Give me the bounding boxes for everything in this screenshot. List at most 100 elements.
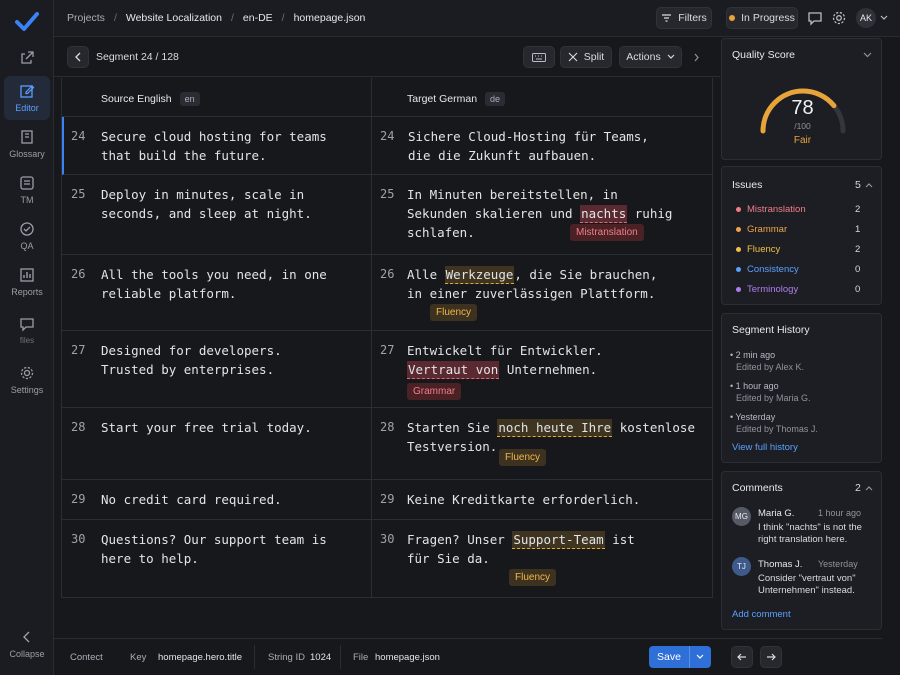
arrow-right-icon xyxy=(767,653,776,661)
target-text[interactable]: Starten Sie noch heute Ihre kostenlose T… xyxy=(407,418,695,456)
rail-glossary[interactable]: Glossary xyxy=(4,122,50,166)
user-avatar[interactable]: AK xyxy=(856,8,876,28)
chevron-up-icon[interactable] xyxy=(865,182,873,188)
issue-tag-grammar[interactable]: Grammar xyxy=(407,383,462,400)
rail-editor[interactable]: Editor xyxy=(4,76,50,120)
chevron-down-icon[interactable] xyxy=(696,654,704,660)
target-text[interactable]: Entwickelt für Entwickler. Vertraut von … xyxy=(407,341,603,379)
history-author: Edited by Maria G. xyxy=(736,393,811,403)
target-text[interactable]: Fragen? Unser Support-Team ist für Sie d… xyxy=(407,530,635,568)
quality-title: Quality Score xyxy=(732,49,796,61)
rail-tm[interactable]: TM xyxy=(4,168,50,212)
save-button[interactable]: Save xyxy=(649,646,711,668)
context-label[interactable]: Contect xyxy=(70,652,103,663)
segment-row-24[interactable]: 24 Secure cloud hosting for teams that b… xyxy=(62,117,712,175)
chevron-up-icon[interactable] xyxy=(865,485,873,491)
breadcrumb-projects[interactable]: Projects xyxy=(67,12,105,24)
rail-reports[interactable]: Reports xyxy=(4,260,50,304)
history-entry: • 2 min ago Edited by Alex K. xyxy=(730,350,805,372)
comment-text: I think "nachts" is not the right transl… xyxy=(758,522,862,545)
avatar: MG xyxy=(732,507,751,526)
rail-files[interactable]: files xyxy=(4,308,50,352)
quality-score-max: /100 xyxy=(794,121,811,131)
comment-time: Yesterday xyxy=(818,559,858,569)
rail-settings[interactable]: Settings xyxy=(4,358,50,402)
history-time: Yesterday xyxy=(735,412,776,422)
breadcrumb-file[interactable]: homepage.json xyxy=(294,12,366,24)
edit-icon xyxy=(20,85,35,98)
segment-number: 29 xyxy=(380,492,395,506)
breadcrumb-project[interactable]: Website Localization xyxy=(126,12,222,24)
actions-button[interactable]: Actions xyxy=(619,46,682,68)
issue-grammar[interactable]: Grammar xyxy=(736,224,787,235)
breadcrumb-locale[interactable]: en-DE xyxy=(243,12,273,24)
issue-highlight[interactable]: noch heute Ihre xyxy=(497,419,613,437)
issue-dot xyxy=(736,227,741,232)
top-bar: Projects / Website Localization / en-DE … xyxy=(54,0,900,37)
issue-consistency[interactable]: Consistency xyxy=(736,264,799,275)
rail-share[interactable] xyxy=(4,36,50,80)
issue-tag-fluency[interactable]: Fluency xyxy=(499,449,547,466)
issue-dot xyxy=(736,207,741,212)
target-lang-badge: de xyxy=(485,92,506,106)
segment-number: 27 xyxy=(380,343,395,357)
target-text[interactable]: Keine Kreditkarte erforderlich. xyxy=(407,490,640,509)
segment-row-30[interactable]: 30 Questions? Our support team is here t… xyxy=(62,520,712,598)
issue-count: 0 xyxy=(855,264,861,275)
segment-number: 30 xyxy=(380,532,395,546)
source-text: Deploy in minutes, scale in seconds, and… xyxy=(101,187,312,221)
string-id-label: String ID xyxy=(268,652,305,663)
rail-qa[interactable]: QA xyxy=(4,214,50,258)
issue-tag-mistranslation[interactable]: Mistranslation xyxy=(570,224,644,241)
filter-icon xyxy=(662,14,672,22)
issue-highlight[interactable]: Werkzeuge xyxy=(444,266,515,284)
split-button[interactable]: Split xyxy=(560,46,612,68)
issue-fluency[interactable]: Fluency xyxy=(736,244,780,255)
chat-icon[interactable] xyxy=(807,10,823,26)
collapse-button[interactable]: Collapse xyxy=(4,624,50,664)
source-text: Designed for developers. Trusted by ente… xyxy=(101,343,282,377)
divider xyxy=(340,645,341,669)
source-text: No credit card required. xyxy=(101,492,282,507)
segment-row-26[interactable]: 26 All the tools you need, in one reliab… xyxy=(62,255,712,331)
issue-highlight[interactable]: Vertraut von xyxy=(407,361,500,379)
add-comment-link[interactable]: Add comment xyxy=(732,609,791,620)
chevron-down-icon[interactable] xyxy=(880,15,888,21)
source-text: Questions? Our support team is here to h… xyxy=(101,532,327,566)
chevron-left-icon xyxy=(75,52,81,62)
chevron-right-icon[interactable] xyxy=(693,53,700,62)
issue-count: 1 xyxy=(855,224,861,235)
source-text: Start your free trial today. xyxy=(101,420,312,435)
issue-highlight[interactable]: nachts xyxy=(580,205,628,223)
segment-row-25[interactable]: 25 Deploy in minutes, scale in seconds, … xyxy=(62,175,712,255)
segment-number: 24 xyxy=(71,129,86,143)
filters-button[interactable]: Filters xyxy=(656,7,712,29)
prev-segment-button[interactable] xyxy=(67,46,89,68)
actions-label: Actions xyxy=(626,51,661,63)
status-label: In Progress xyxy=(741,12,795,24)
issue-highlight[interactable]: Support-Team xyxy=(512,531,605,549)
segment-row-27[interactable]: 27 Designed for developers. Trusted by e… xyxy=(62,331,712,408)
view-history-link[interactable]: View full history xyxy=(732,442,798,453)
chevron-down-icon[interactable] xyxy=(863,52,872,58)
prev-button[interactable] xyxy=(731,646,753,668)
segment-number: 28 xyxy=(71,420,86,434)
memory-icon xyxy=(20,176,34,190)
comments-count: 2 xyxy=(855,482,861,494)
status-badge[interactable]: In Progress xyxy=(726,7,798,29)
keyboard-button[interactable] xyxy=(523,46,555,68)
next-button[interactable] xyxy=(760,646,782,668)
issue-mistranslation[interactable]: Mistranslation xyxy=(736,204,806,215)
segment-row-29[interactable]: 29 No credit card required. 29 Keine Kre… xyxy=(62,480,712,520)
issue-terminology[interactable]: Terminology xyxy=(736,284,798,295)
issue-count: 0 xyxy=(855,284,861,295)
issue-tag-fluency[interactable]: Fluency xyxy=(430,304,478,321)
settings-gear-icon[interactable] xyxy=(831,10,847,26)
segment-row-28[interactable]: 28 Start your free trial today. 28 Start… xyxy=(62,408,712,480)
issue-tag-fluency[interactable]: Fluency xyxy=(509,569,557,586)
target-text[interactable]: Alle Werkzeuge, die Sie brauchen, in ein… xyxy=(407,265,657,303)
quality-score-card: Quality Score 78 /100 Fair xyxy=(721,38,882,160)
target-text[interactable]: Sichere Cloud-Hosting für Teams, die die… xyxy=(408,127,649,165)
issue-label: Fluency xyxy=(747,244,781,255)
file-value: homepage.json xyxy=(375,652,440,663)
